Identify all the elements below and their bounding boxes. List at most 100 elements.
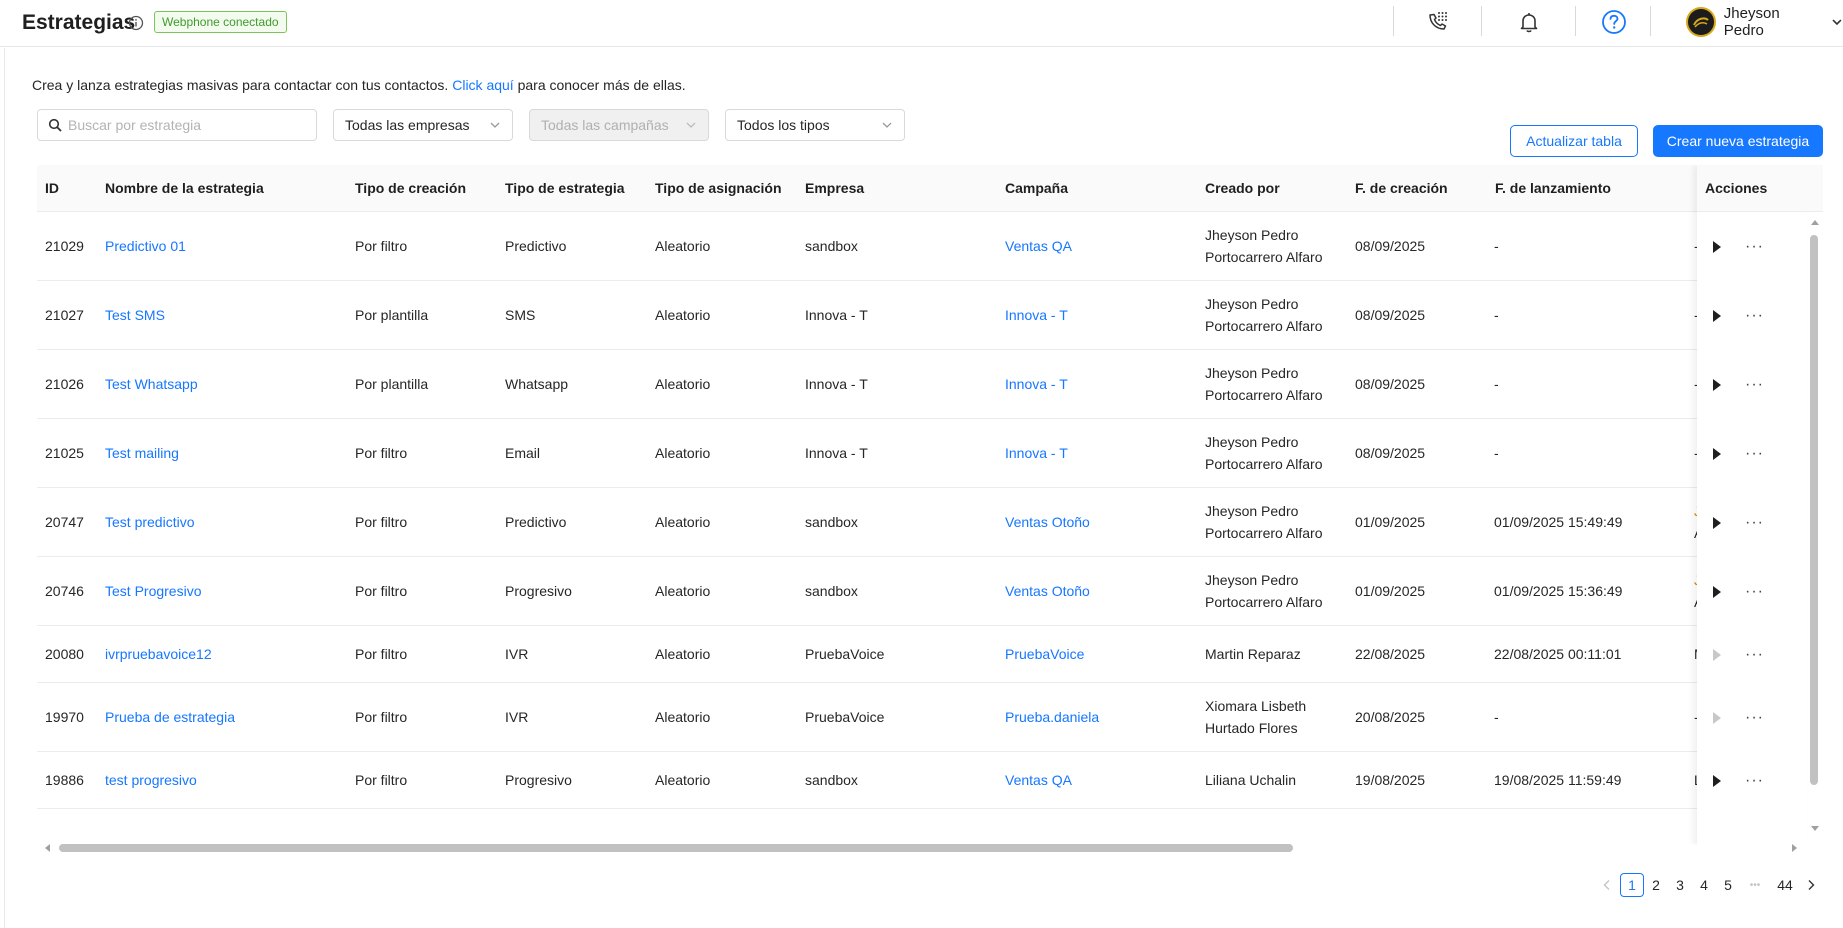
column-header-name[interactable]: Nombre de la estrategia xyxy=(105,165,264,212)
chevron-down-icon xyxy=(1832,19,1842,26)
column-header-creation-type[interactable]: Tipo de creación xyxy=(355,165,466,212)
cell-assignment-type: Aleatorio xyxy=(655,445,711,461)
pagination-page[interactable]: 5 xyxy=(1716,873,1740,897)
cell-strategy-type: IVR xyxy=(505,646,529,662)
header-divider xyxy=(1650,6,1651,36)
table-row: 20080 ivrpruebavoice12 Por filtro IVR Aleato… xyxy=(37,626,1807,683)
strategy-name-link[interactable]: ivrpruebavoice12 xyxy=(105,643,212,665)
cell-created-by: Liliana Uchalin xyxy=(1205,772,1297,788)
horizontal-scrollbar[interactable] xyxy=(59,844,1293,852)
campaign-link[interactable]: Ventas QA xyxy=(1005,235,1072,257)
campaign-link[interactable]: Innova - T xyxy=(1005,373,1068,395)
phone-keypad-icon[interactable] xyxy=(1424,8,1452,36)
strategy-name-link[interactable]: Predictivo 01 xyxy=(105,235,186,257)
cell-creation-type: Por filtro xyxy=(355,238,408,254)
refresh-table-button[interactable]: Actualizar tabla xyxy=(1510,125,1638,157)
more-options-icon[interactable]: ··· xyxy=(1745,772,1764,788)
cell-creation-date: 22/08/2025 xyxy=(1355,646,1426,662)
campaign-link[interactable]: Ventas QA xyxy=(1005,769,1072,791)
strategy-name-link[interactable]: Test Whatsapp xyxy=(105,373,198,395)
cell-created-by-line2: Portocarrero Alfaro xyxy=(1205,387,1323,403)
more-options-icon[interactable]: ··· xyxy=(1745,646,1764,662)
column-header-created-by[interactable]: Creado por xyxy=(1205,165,1280,212)
strategy-name-link[interactable]: Test mailing xyxy=(105,442,179,464)
strategy-name-link[interactable]: Test SMS xyxy=(105,304,165,326)
launch-play-icon[interactable] xyxy=(1713,240,1721,253)
column-header-assignment-type[interactable]: Tipo de asignación xyxy=(655,165,782,212)
strategy-name-link[interactable]: test progresivo xyxy=(105,769,197,791)
vertical-scrollbar[interactable] xyxy=(1810,235,1818,785)
user-menu[interactable]: Jheyson Pedro xyxy=(1686,5,1843,39)
cell-created-by: Jheyson Pedro xyxy=(1205,365,1299,381)
table-row: 21025 Test mailing Por filtro Email Aleatori… xyxy=(37,419,1807,488)
column-header-company[interactable]: Empresa xyxy=(805,165,864,212)
top-header: Estrategias Webphone conectado Jheyson P… xyxy=(0,0,1843,47)
campaign-link[interactable]: PruebaVoice xyxy=(1005,643,1084,665)
pagination-page[interactable]: 1 xyxy=(1620,873,1644,897)
launch-play-icon[interactable] xyxy=(1713,516,1721,529)
type-select[interactable]: Todos los tipos xyxy=(725,109,905,141)
intro-suffix: para conocer más de ellas. xyxy=(517,77,686,93)
campaign-link[interactable]: Ventas Otoño xyxy=(1005,580,1090,602)
pagination-page[interactable]: 3 xyxy=(1668,873,1692,897)
column-header-creation-date[interactable]: F. de creación xyxy=(1355,165,1448,212)
row-actions: ··· xyxy=(1697,350,1807,419)
pagination-page[interactable]: 4 xyxy=(1692,873,1716,897)
strategy-name-link[interactable]: Prueba de estrategia xyxy=(105,706,235,728)
more-options-icon[interactable]: ··· xyxy=(1745,583,1764,599)
info-icon[interactable] xyxy=(128,15,144,31)
column-header-campaign[interactable]: Campaña xyxy=(1005,165,1068,212)
help-icon[interactable] xyxy=(1600,8,1628,36)
cell-id: 21025 xyxy=(45,445,84,461)
cell-id: 20747 xyxy=(45,514,84,530)
intro-text: Crea y lanza estrategias masivas para co… xyxy=(32,77,686,93)
cell-creation-type: Por filtro xyxy=(355,514,408,530)
launch-play-icon[interactable] xyxy=(1713,309,1721,322)
cell-creation-date: 19/08/2025 xyxy=(1355,772,1426,788)
column-header-launch-date[interactable]: F. de lanzamiento xyxy=(1495,165,1611,212)
strategy-name-link[interactable]: Test Progresivo xyxy=(105,580,201,602)
scroll-up-arrow-icon[interactable] xyxy=(1810,218,1820,226)
row-actions: ··· xyxy=(1697,488,1807,557)
launch-play-icon[interactable] xyxy=(1713,585,1721,598)
scroll-left-arrow-icon[interactable] xyxy=(43,843,51,853)
search-box[interactable] xyxy=(37,109,317,141)
more-options-icon[interactable]: ··· xyxy=(1745,307,1764,323)
chevron-down-icon xyxy=(490,122,500,128)
column-header-strategy-type[interactable]: Tipo de estrategia xyxy=(505,165,625,212)
more-options-icon[interactable]: ··· xyxy=(1745,709,1764,725)
pagination-ellipsis[interactable]: ••• xyxy=(1742,873,1768,897)
campaign-link[interactable]: Innova - T xyxy=(1005,442,1068,464)
launch-play-icon xyxy=(1713,711,1721,724)
cell-assignment-type: Aleatorio xyxy=(655,376,711,392)
scroll-right-arrow-icon[interactable] xyxy=(1791,843,1799,853)
create-strategy-button[interactable]: Crear nueva estrategia xyxy=(1653,125,1823,157)
campaign-link[interactable]: Ventas Otoño xyxy=(1005,511,1090,533)
pagination-page[interactable]: 2 xyxy=(1644,873,1668,897)
campaign-link[interactable]: Prueba.daniela xyxy=(1005,706,1099,728)
strategy-name-link[interactable]: Test predictivo xyxy=(105,511,194,533)
cell-assignment-type: Aleatorio xyxy=(655,307,711,323)
search-input[interactable] xyxy=(68,117,298,133)
scroll-down-arrow-icon[interactable] xyxy=(1810,825,1820,833)
launch-play-icon[interactable] xyxy=(1713,447,1721,460)
company-select[interactable]: Todas las empresas xyxy=(333,109,513,141)
campaign-link[interactable]: Innova - T xyxy=(1005,304,1068,326)
launch-play-icon[interactable] xyxy=(1713,774,1721,787)
more-options-icon[interactable]: ··· xyxy=(1745,376,1764,392)
more-options-icon[interactable]: ··· xyxy=(1745,238,1764,254)
bell-icon[interactable] xyxy=(1515,8,1543,36)
more-options-icon[interactable]: ··· xyxy=(1745,514,1764,530)
pagination-page[interactable]: 44 xyxy=(1772,873,1798,897)
launch-play-icon[interactable] xyxy=(1713,378,1721,391)
column-header-id[interactable]: ID xyxy=(45,165,59,212)
cell-creation-date: 08/09/2025 xyxy=(1355,307,1426,323)
cell-created-by: Jheyson Pedro xyxy=(1205,227,1299,243)
more-options-icon[interactable]: ··· xyxy=(1745,445,1764,461)
table-row: 21027 Test SMS Por plantilla SMS Aleatorio In… xyxy=(37,281,1807,350)
row-actions: ··· xyxy=(1697,626,1807,683)
learn-more-link[interactable]: Click aquí xyxy=(452,77,513,93)
row-actions: ··· xyxy=(1697,752,1807,809)
pagination-next-button[interactable] xyxy=(1799,873,1823,897)
cell-strategy-type: Predictivo xyxy=(505,238,567,254)
